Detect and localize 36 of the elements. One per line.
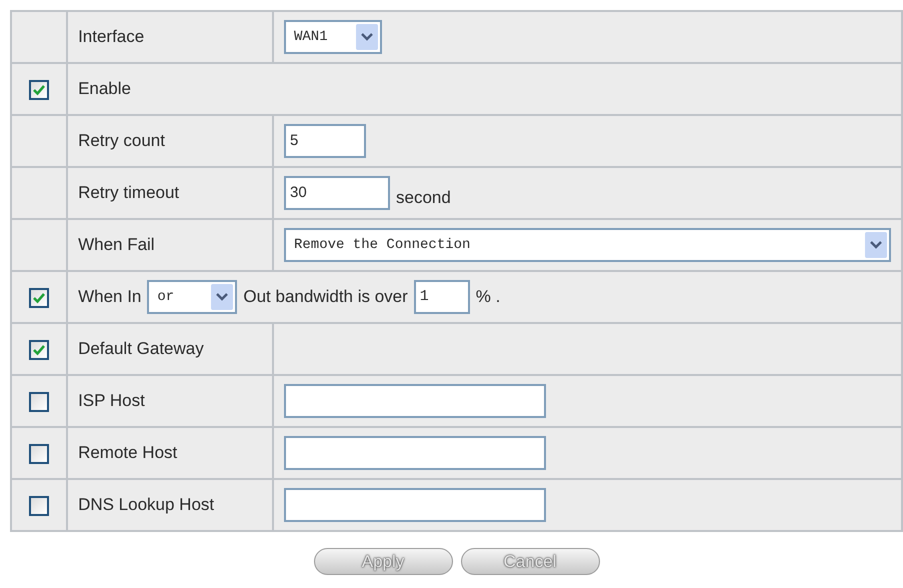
input-field[interactable] [284,384,546,418]
label-text: Retry timeout [78,183,180,202]
label-text: Interface [78,27,144,46]
label-text: % . [476,286,500,308]
checkmark-icon [32,82,46,97]
caret-icon [870,241,882,249]
label-text: Remote Host [78,443,178,462]
label-text: Default Gateway [78,339,204,358]
checkbox[interactable] [29,340,50,360]
input-field[interactable]: 30 [284,176,390,210]
apply-button[interactable]: Apply [314,548,452,575]
label-text: When In [78,286,142,308]
checkbox[interactable] [29,392,50,412]
dropdown[interactable]: Remove the Connection [284,228,891,262]
label-text: Retry count [78,131,165,150]
label-text: ISP Host [78,391,145,410]
checkbox[interactable] [29,288,50,308]
checkmark-icon [32,290,46,305]
caret-icon [216,293,228,301]
checkmark-icon [32,342,46,357]
caret-icon [361,33,373,41]
label-text: Enable [78,79,131,98]
cancel-button[interactable]: Cancel [460,548,600,575]
dropdown[interactable]: or [147,280,238,314]
checkbox[interactable] [29,80,50,100]
dropdown[interactable]: WAN1 [284,20,382,54]
checkbox[interactable] [29,496,50,516]
input-field[interactable] [284,488,546,522]
label-text: When Fail [78,235,155,254]
label-text: DNS Lookup Host [78,495,214,514]
checkbox[interactable] [29,444,50,464]
input-field[interactable]: 1 [414,280,470,314]
unit-text: second [396,187,451,210]
input-field[interactable]: 5 [284,124,366,158]
input-field[interactable] [284,436,546,470]
label-text: Out bandwidth is over [243,286,408,308]
